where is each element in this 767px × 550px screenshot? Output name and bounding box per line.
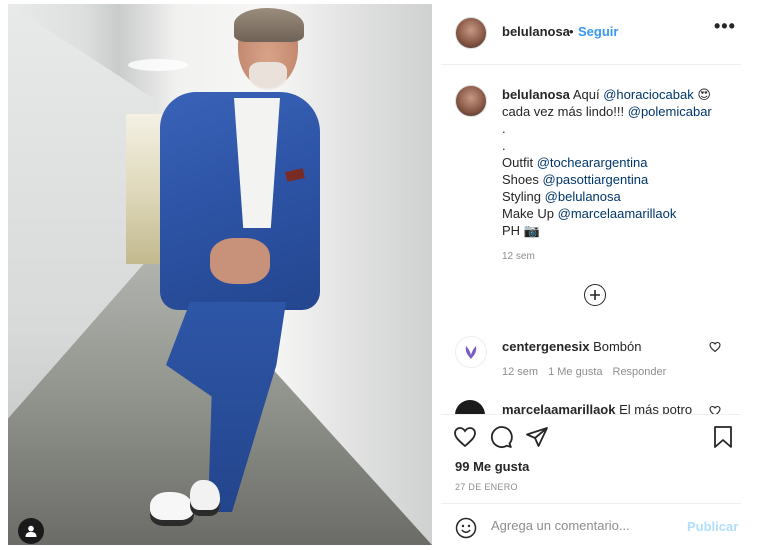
bookmark-icon[interactable] (712, 425, 734, 449)
outfit-label: Outfit (502, 155, 534, 170)
comment-bubble-icon[interactable] (489, 425, 513, 449)
caption-line-1: belulanosa Aquí @horaciocabak 😍 (502, 86, 734, 103)
post-date[interactable]: 27 DE ENERO (455, 482, 518, 492)
instagram-post: belulanosa • Seguir ••• belulanosa Aquí … (0, 0, 767, 549)
caption-shoes: Shoes @pasottiargentina (502, 171, 734, 188)
comment-time[interactable]: 12 sem (502, 366, 538, 378)
action-icons (453, 425, 549, 449)
photo-person (146, 8, 336, 545)
caption-dot-2: . (502, 138, 506, 153)
butterfly-logo-icon (465, 346, 477, 359)
ph-label: PH (502, 223, 521, 238)
header-separator: • (569, 24, 574, 39)
emoji-picker-icon[interactable] (455, 517, 477, 539)
more-options-icon[interactable]: ••• (714, 16, 736, 37)
heart-eyes-emoji-icon: 😍 (697, 87, 711, 102)
author-username[interactable]: belulanosa (502, 24, 570, 39)
tagged-user-button[interactable] (18, 518, 44, 544)
commenter-avatar[interactable] (455, 336, 487, 368)
comment-like-heart-icon[interactable] (709, 341, 721, 353)
comment-username[interactable]: centergenesix (502, 339, 589, 354)
caption-styling: Styling @belulanosa (502, 188, 734, 205)
comment-meta: 12 sem 1 Me gusta Responder (502, 366, 676, 378)
comment-reply-button[interactable]: Responder (613, 366, 667, 378)
person-hair (234, 8, 304, 42)
camera-emoji-icon: 📷 (523, 223, 540, 238)
shoes-mention[interactable]: @pasottiargentina (543, 172, 649, 187)
share-paper-plane-icon[interactable] (525, 425, 549, 449)
comment-input[interactable] (491, 518, 671, 533)
caption-username[interactable]: belulanosa (502, 87, 570, 102)
plus-icon (589, 289, 601, 301)
commenter-avatar[interactable] (455, 400, 485, 414)
person-shoe-left (150, 492, 194, 526)
caption-makeup: Make Up @marcelaamarillaok (502, 205, 734, 222)
caption-ph: PH 📷 (502, 222, 734, 239)
comment-body: El más potro (619, 402, 693, 414)
author-avatar[interactable] (455, 17, 487, 49)
caption-timestamp[interactable]: 12 sem (502, 251, 535, 262)
comment-text: marcelaamarillaok El más potro (502, 402, 692, 414)
makeup-mention[interactable]: @marcelaamarillaok (558, 206, 677, 221)
comment-item: centergenesix Bombón 12 sem 1 Me gusta Res… (441, 332, 741, 392)
person-beard (249, 62, 287, 90)
add-comment-bar: Publicar (441, 503, 741, 550)
caption-line-2: cada vez más lindo!!! @polemicabar (502, 103, 734, 120)
post-sidebar: belulanosa • Seguir ••• belulanosa Aquí … (441, 0, 767, 549)
caption-outfit: Outfit @tochearargentina (502, 154, 734, 171)
post-photo[interactable] (8, 4, 432, 545)
outfit-mention[interactable]: @tochearargentina (537, 155, 648, 170)
makeup-label: Make Up (502, 206, 555, 221)
comment-body: Bombón (593, 339, 642, 354)
publish-comment-button[interactable]: Publicar (687, 519, 738, 534)
person-hands (210, 238, 270, 284)
caption-author-avatar[interactable] (455, 85, 487, 117)
comment-likes[interactable]: 1 Me gusta (548, 366, 602, 378)
follow-button[interactable]: Seguir (578, 24, 618, 39)
load-more-comments-button[interactable] (584, 284, 606, 306)
comment-text: centergenesix Bombón (502, 339, 641, 354)
caption-body: belulanosa Aquí @horaciocabak 😍 cada vez… (502, 86, 734, 239)
styling-mention[interactable]: @belulanosa (545, 189, 621, 204)
likes-count[interactable]: 99 Me gusta (455, 459, 529, 474)
user-icon (24, 524, 38, 538)
caption-mention-polemicabar[interactable]: @polemicabar (628, 104, 712, 119)
styling-label: Styling (502, 189, 542, 204)
like-heart-icon[interactable] (453, 425, 477, 449)
person-legs (166, 302, 286, 512)
comment-like-heart-icon[interactable] (709, 405, 721, 414)
shoes-label: Shoes (502, 172, 539, 187)
caption-text-2: cada vez más lindo!!! (502, 104, 625, 119)
comment-item: marcelaamarillaok El más potro (441, 392, 741, 414)
caption-mention-horaciocabak[interactable]: @horaciocabak (603, 87, 694, 102)
caption-dot-1: . (502, 121, 506, 136)
caption-text: Aquí (572, 87, 600, 102)
post-header: belulanosa • Seguir ••• (441, 0, 741, 65)
person-shoe-right (190, 480, 220, 516)
post-actions: 99 Me gusta 27 DE ENERO (441, 414, 741, 501)
comment-username[interactable]: marcelaamarillaok (502, 402, 615, 414)
